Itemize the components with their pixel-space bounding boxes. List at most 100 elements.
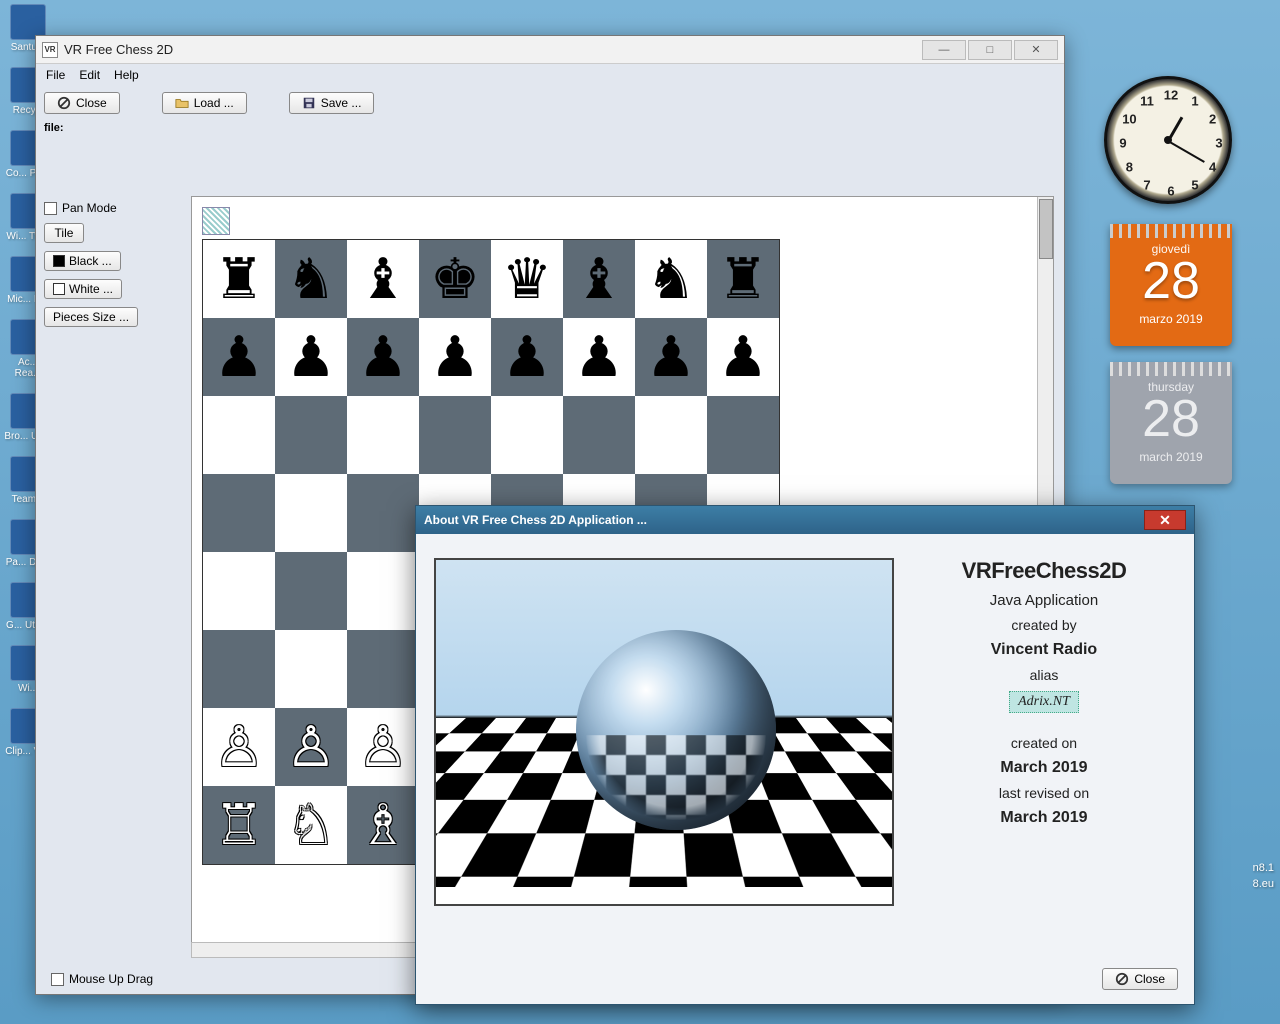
pan-mode-checkbox[interactable]: Pan Mode (44, 201, 174, 215)
board-square[interactable]: ♟ (635, 318, 707, 396)
black-pawn-icon: ♟ (214, 329, 264, 385)
black-pawn-icon: ♟ (718, 329, 768, 385)
board-square[interactable] (275, 396, 347, 474)
toolbar: Close Load ... Save ... (36, 86, 1064, 120)
board-square[interactable] (203, 552, 275, 630)
white-rook-icon: ♖ (214, 797, 264, 853)
board-square[interactable] (419, 396, 491, 474)
board-square[interactable]: ♜ (707, 240, 779, 318)
clock-number: 11 (1140, 94, 1154, 109)
calendar2-day: 28 (1110, 394, 1232, 444)
black-pawn-icon: ♟ (430, 329, 480, 385)
floppy-icon (302, 96, 316, 110)
menu-edit[interactable]: Edit (73, 66, 106, 84)
pieces-size-button[interactable]: Pieces Size ... (44, 307, 138, 327)
mouse-up-drag-checkbox[interactable]: Mouse Up Drag (51, 972, 153, 986)
board-square[interactable]: ♜ (203, 240, 275, 318)
black-pawn-icon: ♟ (286, 329, 336, 385)
board-square[interactable]: ♘ (275, 786, 347, 864)
board-square[interactable] (347, 552, 419, 630)
board-square[interactable]: ♙ (347, 708, 419, 786)
revised-on-value: March 2019 (912, 809, 1176, 827)
board-square[interactable]: ♞ (635, 240, 707, 318)
board-square[interactable]: ♙ (275, 708, 347, 786)
board-square[interactable] (347, 396, 419, 474)
load-label: Load ... (194, 96, 234, 110)
board-square[interactable]: ♗ (347, 786, 419, 864)
white-knight-icon: ♘ (286, 797, 336, 853)
maximize-button[interactable]: □ (968, 40, 1012, 60)
about-close-x-button[interactable]: ✕ (1144, 510, 1186, 530)
origin-marker-icon (202, 207, 230, 235)
save-button[interactable]: Save ... (289, 92, 375, 114)
board-square[interactable]: ♟ (563, 318, 635, 396)
about-image (434, 558, 894, 906)
close-window-button[interactable]: ✕ (1014, 40, 1058, 60)
board-square[interactable]: ♟ (491, 318, 563, 396)
board-square[interactable]: ♝ (347, 240, 419, 318)
menu-file[interactable]: File (40, 66, 71, 84)
clock-gadget[interactable]: 121234567891011 (1104, 76, 1232, 204)
board-square[interactable] (707, 396, 779, 474)
board-square[interactable]: ♝ (563, 240, 635, 318)
clock-number: 1 (1191, 94, 1198, 109)
calendar-monthyear: marzo 2019 (1110, 312, 1232, 326)
desktop-text-b: 8.eu (1253, 878, 1274, 890)
calendar-weekday: giovedì (1110, 242, 1232, 256)
white-color-button[interactable]: White ... (44, 279, 122, 299)
tile-button[interactable]: Tile (44, 223, 84, 243)
board-square[interactable] (275, 474, 347, 552)
board-square[interactable]: ♖ (203, 786, 275, 864)
black-pawn-icon: ♟ (574, 329, 624, 385)
black-knight-icon: ♞ (286, 251, 336, 307)
calendar-gadget-en[interactable]: thursday 28 march 2019 (1110, 362, 1232, 484)
about-titlebar[interactable]: About VR Free Chess 2D Application ... ✕ (416, 506, 1194, 534)
black-knight-icon: ♞ (646, 251, 696, 307)
desktop-text-a: n8.1 (1253, 862, 1274, 874)
board-square[interactable]: ♞ (275, 240, 347, 318)
black-color-button[interactable]: Black ... (44, 251, 121, 271)
board-square[interactable] (275, 552, 347, 630)
about-close-button[interactable]: Close (1102, 968, 1178, 990)
about-dialog: About VR Free Chess 2D Application ... ✕… (415, 505, 1195, 1005)
side-controls: Pan Mode Tile Black ... White ... Pieces… (44, 201, 174, 327)
board-square[interactable]: ♟ (707, 318, 779, 396)
minimize-button[interactable]: — (922, 40, 966, 60)
board-square[interactable]: ♚ (419, 240, 491, 318)
board-square[interactable]: ♟ (419, 318, 491, 396)
alias-label: alias (912, 667, 1176, 683)
window-title: VR Free Chess 2D (64, 42, 916, 57)
board-square[interactable] (275, 630, 347, 708)
black-rook-icon: ♜ (214, 251, 264, 307)
about-info: VRFreeChess2D Java Application created b… (912, 558, 1176, 906)
calendar-gadget-it[interactable]: giovedì 28 marzo 2019 (1110, 224, 1232, 346)
board-square[interactable]: ♟ (275, 318, 347, 396)
board-square[interactable] (635, 396, 707, 474)
board-square[interactable]: ♟ (347, 318, 419, 396)
mouse-up-drag-label: Mouse Up Drag (69, 972, 153, 986)
close-label: Close (76, 96, 107, 110)
board-square[interactable]: ♛ (491, 240, 563, 318)
board-square[interactable]: ♙ (203, 708, 275, 786)
board-square[interactable] (203, 396, 275, 474)
close-button[interactable]: Close (44, 92, 120, 114)
created-on-label: created on (912, 735, 1176, 751)
black-label: Black ... (69, 254, 112, 268)
board-square[interactable] (347, 474, 419, 552)
titlebar[interactable]: VR VR Free Chess 2D — □ ✕ (36, 36, 1064, 64)
clock-number: 5 (1191, 177, 1198, 192)
board-square[interactable] (203, 630, 275, 708)
black-bishop-icon: ♝ (574, 251, 624, 307)
revised-label: last revised on (912, 785, 1176, 801)
created-on-value: March 2019 (912, 759, 1176, 777)
board-square[interactable] (203, 474, 275, 552)
board-square[interactable] (563, 396, 635, 474)
board-square[interactable]: ♟ (203, 318, 275, 396)
about-author: Vincent Radio (912, 641, 1176, 659)
board-square[interactable] (347, 630, 419, 708)
menu-help[interactable]: Help (108, 66, 145, 84)
clock-number: 10 (1122, 112, 1136, 127)
load-button[interactable]: Load ... (162, 92, 247, 114)
clock-number: 6 (1167, 184, 1174, 199)
board-square[interactable] (491, 396, 563, 474)
